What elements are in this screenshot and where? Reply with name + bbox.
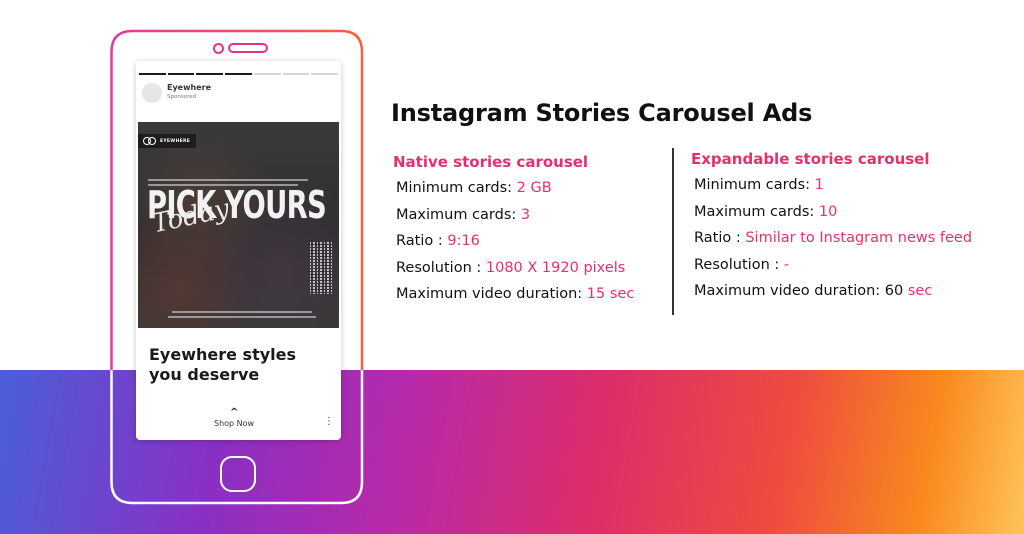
spec-row: Ratio : 9:16 [396,231,634,258]
spec-row: Minimum cards: 2 GB [396,178,634,205]
column-divider [672,148,674,315]
more-vertical-icon[interactable]: ⋮ [324,417,334,427]
column-heading: Expandable stories carousel [691,150,930,168]
phone-home-button [220,456,256,492]
progress-segment [167,73,195,75]
ad-headline: Eyewhere styles you deserve [149,345,297,384]
spec-value: Similar to Instagram news feed [745,230,973,246]
spec-value: sec [907,283,933,299]
avatar [142,83,162,103]
spec-row: Maximum video duration: 15 sec [396,284,634,311]
spec-row: Maximum cards: 10 [694,202,972,229]
progress-segment [225,73,252,75]
spec-label: Resolution : [396,259,486,276]
sponsored-label: Sponsored [167,94,197,100]
progress-segment [311,73,339,75]
logo-rings-icon [143,137,157,145]
spec-label: Maximum cards: [694,203,819,220]
spec-label: Maximum video duration: 60 [694,283,908,299]
phone-speaker-icon [228,43,268,53]
spec-value: 9:16 [447,233,480,249]
spec-value: 1 [814,177,824,193]
vertical-fine-print [310,242,332,294]
shop-now-button[interactable]: Shop Now [214,419,254,428]
phone-camera-icon [213,43,224,54]
logo-text: EYEWHERE [160,138,191,144]
progress-segment [282,73,310,75]
spec-value: 2 GB [516,180,552,196]
story-progress-bar [139,73,339,76]
spec-label: Minimum cards: [396,180,517,196]
brand-logo: EYEWHERE [138,134,196,148]
progress-segment [253,73,281,75]
spec-label: Maximum cards: [396,206,521,223]
spec-value: 3 [520,206,531,223]
story-ad-card[interactable]: Eyewhere Sponsored EYEWHERE PICK YOURS T… [136,61,341,440]
spec-row: Resolution : - [694,255,972,282]
spec-row: Ratio : Similar to Instagram news feed [694,228,972,255]
spec-value: 15 sec [586,286,635,302]
account-name[interactable]: Eyewhere [167,83,211,92]
spec-value: - [783,256,790,273]
expandable-carousel-column: Expandable stories carousel Minimum card… [691,150,972,308]
progress-segment [196,73,224,75]
spec-label: Ratio : [694,230,746,246]
spec-value: 1080 X 1920 pixels [485,259,626,276]
progress-segment [139,73,166,75]
spec-row: Maximum video duration: 60 sec [694,281,972,308]
native-carousel-column: Native stories carousel Minimum cards: 2… [393,153,634,311]
spec-label: Minimum cards: [694,177,815,193]
fine-print-line [172,311,312,313]
fine-print-line [148,179,308,181]
spec-label: Ratio : [396,233,448,249]
ad-image[interactable]: EYEWHERE PICK YOURS Today [138,122,339,328]
column-heading: Native stories carousel [393,153,589,171]
fine-print-line [168,316,316,318]
spec-row: Maximum cards: 3 [396,205,634,232]
spec-label: Maximum video duration: [396,286,587,302]
spec-row: Minimum cards: 1 [694,175,972,202]
page-title: Instagram Stories Carousel Ads [391,99,813,127]
spec-value: 10 [818,203,838,220]
spec-label: Resolution : [694,256,784,273]
spec-row: Resolution : 1080 X 1920 pixels [396,258,634,285]
chevron-up-icon[interactable]: ^ [230,407,238,418]
